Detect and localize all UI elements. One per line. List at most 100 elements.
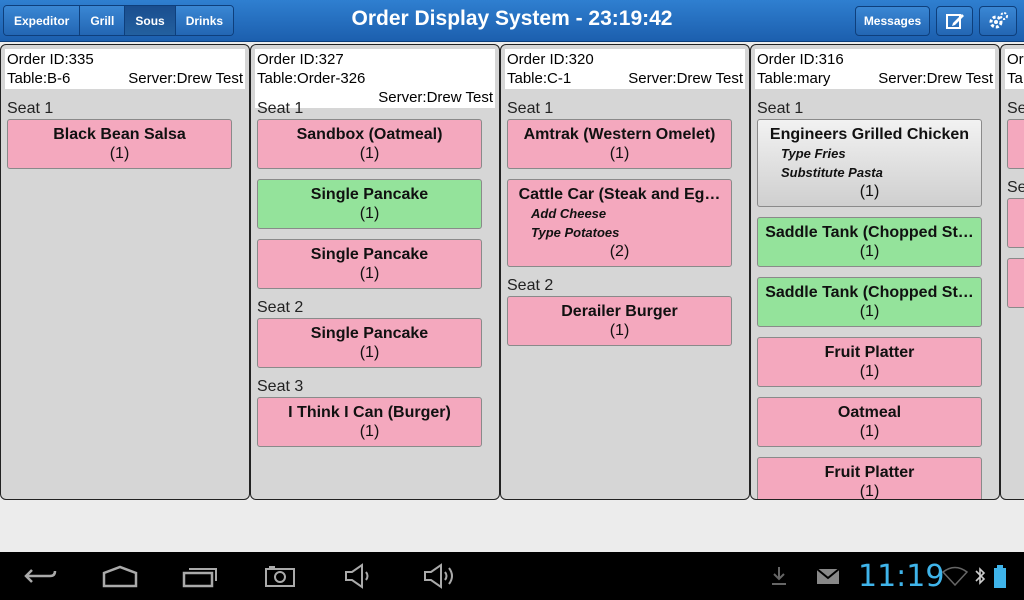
status-clock: 11:19: [858, 559, 945, 594]
volume-up-icon: [424, 563, 453, 589]
order-meta-row: Table:B-6 Server:Drew Test: [7, 69, 243, 88]
top-bar: Expeditor Grill Sous Drinks Order Displa…: [0, 0, 1024, 42]
order-item[interactable]: Single Pancake (1): [257, 179, 482, 229]
edit-button[interactable]: [936, 6, 973, 36]
item-quantity: (1): [359, 265, 380, 282]
screenshot-button[interactable]: [261, 560, 299, 592]
station-expeditor-button[interactable]: Expeditor: [4, 6, 81, 35]
item-name: Cattle Car (Steak and Eg…: [518, 186, 721, 203]
item-quantity: (1): [359, 145, 380, 162]
bluetooth-icon: [975, 567, 986, 585]
battery-icon: [994, 565, 1006, 588]
home-button[interactable]: [100, 560, 140, 592]
order-id: Ord: [1007, 51, 1024, 68]
back-button[interactable]: [20, 560, 60, 592]
volume-up-button[interactable]: [420, 560, 460, 592]
order-meta-row: Table:mary Server:Drew Test: [757, 69, 993, 88]
order-id: Order ID:327: [257, 51, 344, 68]
order-item[interactable]: Sandbox (Oatmeal) (1): [257, 119, 482, 169]
item-name: Single Pancake: [310, 186, 429, 203]
order-meta-row: Table:Order-326: [257, 69, 493, 88]
order-item[interactable]: Single Pancake (1): [257, 318, 482, 368]
order-id: Order ID:316: [757, 51, 844, 68]
volume-down-button[interactable]: [340, 560, 378, 592]
item-name: S: [1008, 264, 1024, 283]
item-name: Oatmeal: [837, 404, 902, 421]
screenshot-icon: [265, 566, 295, 587]
order-item[interactable]: Cattle Car (Steak and Eg… Add Cheese Type …: [507, 179, 732, 267]
volume-down-icon: [345, 563, 369, 589]
order-item[interactable]: Fruit Platter (1): [757, 337, 982, 387]
order-item[interactable]: Saddle Tank (Chopped St… (1): [757, 217, 982, 267]
station-selector: Expeditor Grill Sous Drinks: [3, 5, 235, 36]
order-item[interactable]: S: [1007, 258, 1024, 308]
order-item[interactable]: [1007, 119, 1024, 169]
order-column[interactable]: Order ID:316 Table:mary Server:Drew Test Se…: [750, 44, 1000, 500]
order-meta-row: Table:C-1 Server:Drew Test: [507, 69, 743, 88]
order-table: Table:B-6: [7, 70, 71, 87]
order-item[interactable]: Black Bean Salsa (1): [7, 119, 232, 169]
seat-label: Seat 2: [257, 299, 304, 316]
item-quantity: (1): [859, 183, 880, 200]
item-quantity: (2): [609, 243, 630, 260]
item-modifier: Add Cheese: [531, 206, 607, 221]
order-item[interactable]: Fruit Platter (1): [757, 457, 982, 499]
orders-area: Order ID:335 Table:B-6 Server:Drew Test Sea…: [0, 44, 1024, 502]
item-quantity: (1): [609, 145, 630, 162]
order-item[interactable]: Amtrak (Western Omelet) (1): [507, 119, 732, 169]
seat-label: Seat 3: [257, 378, 304, 395]
order-server: Server:Drew Test: [878, 70, 993, 87]
order-item[interactable]: Engineers Grilled Chicken Type Fries Subst…: [757, 119, 982, 207]
order-item[interactable]: Oatmeal (1): [757, 397, 982, 447]
gear-icon: [989, 12, 1008, 29]
order-item[interactable]: [1007, 198, 1024, 248]
home-icon: [102, 565, 138, 588]
order-item[interactable]: Single Pancake (1): [257, 239, 482, 289]
seat-label: Se: [1007, 179, 1024, 196]
item-quantity: (1): [859, 303, 880, 320]
item-name: Derailer Burger: [561, 303, 678, 320]
station-grill-button[interactable]: Grill: [80, 6, 126, 35]
item-quantity: (1): [859, 363, 880, 380]
seat-label: Seat 1: [257, 100, 304, 117]
order-column[interactable]: Order ID:327 Table:Order-326 Server:Drew T…: [250, 44, 500, 500]
order-column[interactable]: Ord Ta Se Se S: [1000, 44, 1024, 500]
item-quantity: (1): [859, 423, 880, 440]
order-id: Order ID:320: [507, 51, 594, 68]
order-server: Server:Drew Test: [628, 70, 743, 87]
mail-notification[interactable]: [814, 560, 842, 592]
edit-icon: [945, 14, 964, 29]
order-column[interactable]: Order ID:320 Table:C-1 Server:Drew Test Sea…: [500, 44, 750, 500]
order-column[interactable]: Order ID:335 Table:B-6 Server:Drew Test Sea…: [0, 44, 250, 500]
item-name: I Think I Can (Burger): [288, 404, 451, 421]
item-name: Engineers Grilled Chicken: [769, 126, 970, 143]
messages-button[interactable]: Messages: [855, 6, 930, 36]
recent-apps-button[interactable]: [180, 560, 220, 592]
seat-label: Se: [1007, 100, 1024, 117]
order-table: Table:C-1: [507, 70, 572, 87]
seat-label: Seat 1: [757, 100, 804, 117]
order-meta-row: Ta: [1007, 69, 1024, 88]
seat-label: Seat 1: [507, 100, 554, 117]
item-name: Saddle Tank (Chopped St…: [765, 284, 974, 301]
download-icon: [772, 567, 786, 585]
order-server: Server:Drew Test: [378, 89, 493, 106]
order-item[interactable]: Derailer Burger (1): [507, 296, 732, 346]
station-sous-button[interactable]: Sous: [125, 6, 176, 35]
item-name: Fruit Platter: [824, 344, 915, 361]
item-name: Sandbox (Oatmeal): [296, 126, 443, 143]
item-name: Saddle Tank (Chopped St…: [765, 224, 974, 241]
order-item[interactable]: I Think I Can (Burger) (1): [257, 397, 482, 447]
download-notification[interactable]: [768, 560, 790, 592]
settings-button[interactable]: [979, 6, 1017, 36]
order-header: Ord Ta: [1005, 49, 1024, 89]
mail-icon: [816, 568, 840, 584]
android-nav-bar: 11:19: [0, 552, 1024, 600]
order-table: Table:mary: [757, 70, 831, 87]
item-modifier: Type Fries: [781, 146, 846, 161]
order-item[interactable]: Saddle Tank (Chopped St… (1): [757, 277, 982, 327]
item-quantity: (1): [359, 205, 380, 222]
station-drinks-button[interactable]: Drinks: [175, 6, 234, 35]
recent-apps-icon: [182, 568, 217, 588]
order-header: Order ID:335 Table:B-6 Server:Drew Test: [5, 49, 245, 89]
